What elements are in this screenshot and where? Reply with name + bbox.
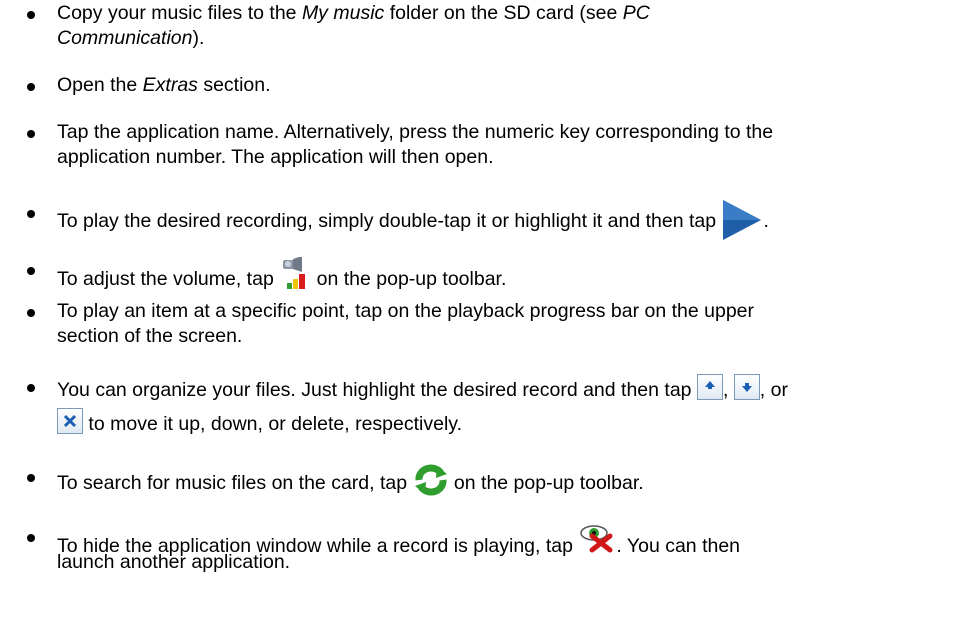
list-item-line: To search for music files on the card, t… — [57, 464, 937, 496]
section-reference: PC — [622, 2, 650, 24]
list-item: Open the Extras section. — [0, 73, 966, 99]
bullet — [27, 534, 35, 542]
text: on the pop-up toolbar. — [453, 472, 644, 494]
text: . — [763, 210, 769, 232]
text: Copy your music files to the — [57, 2, 302, 24]
list-item-line: To play the desired recording, simply do… — [57, 200, 937, 240]
list-item: Tap the application name. Alternatively,… — [0, 120, 966, 172]
text: ). — [192, 27, 205, 49]
move-up-icon[interactable] — [696, 374, 723, 400]
list-item-line: To adjust the volume, tap on the pop-up … — [57, 256, 937, 292]
text: To play the desired recording, simply do… — [57, 210, 717, 232]
text: to move it up, down, or delete, respecti… — [88, 413, 462, 435]
text: section. — [197, 74, 271, 96]
delete-icon[interactable] — [57, 408, 83, 434]
list-item-line: application number. The application will… — [57, 146, 494, 168]
list-item: To play the desired recording, simply do… — [0, 193, 966, 240]
list-item-line: launch another application. — [57, 551, 291, 573]
list-item: You can organize your files. Just highli… — [0, 368, 966, 440]
refresh-icon[interactable] — [413, 464, 449, 496]
bullet — [27, 11, 35, 19]
bullet — [27, 474, 35, 482]
bullet — [27, 130, 35, 138]
section-reference: Communication — [57, 27, 193, 49]
move-down-icon[interactable] — [733, 374, 760, 400]
play-icon[interactable] — [721, 200, 763, 240]
list-item-line: section of the screen. — [57, 325, 243, 347]
volume-icon[interactable] — [279, 256, 311, 291]
list-item-line: You can organize your files. Just highli… — [57, 374, 937, 403]
list-item-line: Tap the application name. Alternatively,… — [57, 121, 774, 143]
bullet — [27, 384, 35, 392]
list-item: To adjust the volume, tap on the pop-up … — [0, 246, 966, 290]
text: , — [722, 379, 729, 401]
bullet — [27, 83, 35, 91]
text: To search for music files on the card, t… — [57, 472, 408, 494]
text: or — [770, 379, 788, 401]
list-item: To hide the application window while a r… — [0, 524, 966, 584]
text: folder on the SD card (see — [384, 2, 623, 24]
text: Open the — [57, 74, 143, 96]
section-name: Extras — [142, 74, 198, 96]
folder-name: My music — [301, 2, 385, 24]
list-item-line: Communication). — [57, 26, 937, 51]
list-item-line: Open the Extras section. — [57, 73, 937, 98]
list-item-line: To play an item at a specific point, tap… — [57, 300, 755, 322]
text: on the pop-up toolbar. — [316, 268, 507, 290]
bullet — [27, 210, 35, 218]
text: , — [759, 379, 766, 401]
text: You can organize your files. Just highli… — [57, 379, 692, 401]
list-item: Copy your music files to the My music fo… — [0, 1, 966, 53]
instructions-page: Copy your music files to the My music fo… — [0, 0, 966, 634]
text: To adjust the volume, tap — [57, 268, 274, 290]
list-item-line: Copy your music files to the My music fo… — [57, 1, 937, 26]
bullet — [27, 267, 35, 275]
list-item-line: to move it up, down, or delete, respecti… — [57, 408, 937, 437]
bullet — [27, 309, 35, 317]
list-item: To play an item at a specific point, tap… — [0, 299, 966, 351]
list-item: To search for music files on the card, t… — [0, 454, 966, 496]
